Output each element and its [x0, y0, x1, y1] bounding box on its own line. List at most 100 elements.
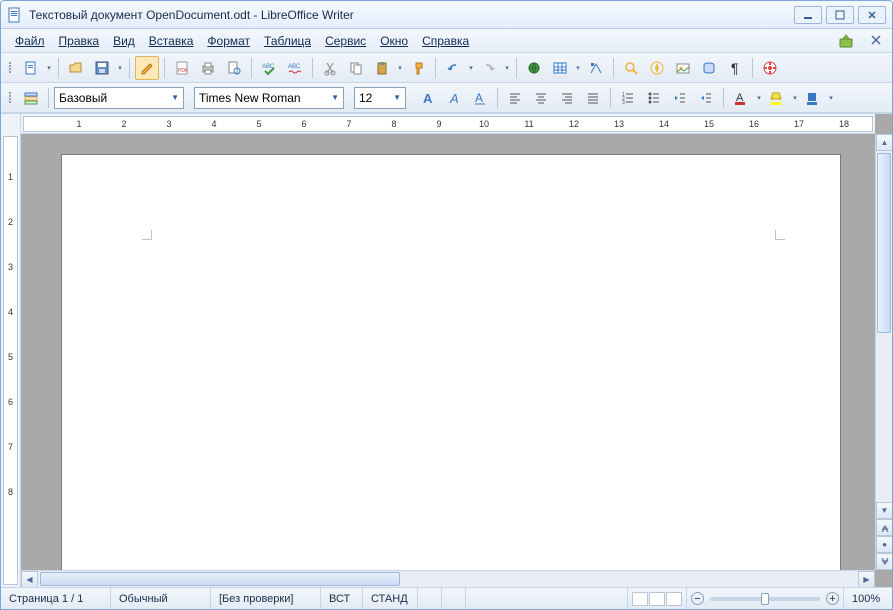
prev-page-button[interactable] — [876, 519, 892, 536]
zoom-slider[interactable] — [710, 597, 820, 601]
navigator-button[interactable] — [645, 56, 669, 80]
zoom-out-button[interactable]: − — [691, 592, 704, 605]
status-insert-mode[interactable]: ВСТ — [321, 588, 363, 609]
align-left-button[interactable] — [503, 86, 527, 110]
font-name-combo[interactable]: Times New Roman▼ — [194, 87, 344, 109]
hyperlink-button[interactable] — [522, 56, 546, 80]
redo-dropdown[interactable]: ▾ — [503, 64, 511, 72]
data-sources-button[interactable] — [697, 56, 721, 80]
underline-button[interactable]: A — [468, 86, 492, 110]
insert-table-button[interactable] — [548, 56, 572, 80]
status-page[interactable]: Страница 1 / 1 — [1, 588, 111, 609]
nonprinting-chars-button[interactable]: ¶ — [723, 56, 747, 80]
zoom-percent[interactable]: 100% — [844, 588, 892, 609]
highlight-dropdown[interactable]: ▾ — [791, 94, 799, 102]
font-color-button[interactable]: A — [729, 86, 753, 110]
print-button[interactable] — [196, 56, 220, 80]
find-replace-button[interactable] — [619, 56, 643, 80]
navigation-button[interactable]: ● — [876, 536, 892, 553]
show-draw-functions-button[interactable] — [584, 56, 608, 80]
new-document-button[interactable] — [19, 56, 43, 80]
zoom-in-button[interactable]: + — [826, 592, 839, 605]
toolbar-handle[interactable] — [7, 92, 13, 103]
vertical-ruler[interactable]: 12345678 — [1, 114, 21, 587]
svg-text:A: A — [475, 91, 483, 105]
status-info[interactable] — [466, 588, 628, 609]
menu-table[interactable]: Таблица — [258, 32, 317, 50]
align-right-button[interactable] — [555, 86, 579, 110]
paste-button[interactable] — [370, 56, 394, 80]
increase-indent-button[interactable] — [694, 86, 718, 110]
font-size-combo[interactable]: 12▼ — [354, 87, 406, 109]
minimize-button[interactable] — [794, 6, 822, 24]
close-button[interactable] — [858, 6, 886, 24]
font-color-dropdown[interactable]: ▾ — [755, 94, 763, 102]
status-page-style[interactable]: Обычный — [111, 588, 211, 609]
menu-tools[interactable]: Сервис — [319, 32, 372, 50]
bullet-list-button[interactable] — [642, 86, 666, 110]
toolbar-handle[interactable] — [7, 62, 13, 73]
spellcheck-button[interactable]: ABC — [257, 56, 281, 80]
background-color-dropdown[interactable]: ▾ — [827, 94, 835, 102]
status-modified[interactable] — [418, 588, 442, 609]
menu-insert[interactable]: Вставка — [143, 32, 200, 50]
multi-page-view-button[interactable] — [649, 592, 665, 606]
background-color-button[interactable] — [801, 86, 825, 110]
scroll-right-button[interactable]: ▶ — [858, 571, 875, 587]
scroll-left-button[interactable]: ◀ — [21, 571, 38, 587]
undo-dropdown[interactable]: ▾ — [467, 64, 475, 72]
close-document-button[interactable] — [870, 34, 884, 48]
vertical-scrollbar[interactable]: ▲ ▼ ● — [875, 134, 892, 570]
edit-mode-button[interactable] — [135, 56, 159, 80]
decrease-indent-button[interactable] — [668, 86, 692, 110]
help-button[interactable] — [758, 56, 782, 80]
auto-spellcheck-button[interactable]: ABC — [283, 56, 307, 80]
horizontal-ruler[interactable]: 123456789101112131415161718 — [21, 114, 875, 134]
scroll-thumb[interactable] — [877, 153, 891, 333]
titlebar[interactable]: Текстовый документ OpenDocument.odt - Li… — [1, 1, 892, 29]
styles-button[interactable] — [19, 86, 43, 110]
menu-format[interactable]: Формат — [201, 32, 256, 50]
export-pdf-button[interactable]: PDF — [170, 56, 194, 80]
menu-window[interactable]: Окно — [374, 32, 414, 50]
single-page-view-button[interactable] — [632, 592, 648, 606]
bold-button[interactable]: A — [416, 86, 440, 110]
menu-view[interactable]: Вид — [107, 32, 141, 50]
italic-button[interactable]: A — [442, 86, 466, 110]
gallery-button[interactable] — [671, 56, 695, 80]
copy-button[interactable] — [344, 56, 368, 80]
next-page-button[interactable] — [876, 553, 892, 570]
menu-help[interactable]: Справка — [416, 32, 475, 50]
save-dropdown[interactable]: ▾ — [116, 64, 124, 72]
status-signature[interactable] — [442, 588, 466, 609]
cut-button[interactable] — [318, 56, 342, 80]
horizontal-scrollbar[interactable]: ◀ ▶ — [21, 570, 875, 587]
status-language[interactable]: [Без проверки] — [211, 588, 321, 609]
editor-area: 123456789101112131415161718 12345678 ▲ ▼… — [1, 113, 892, 587]
status-selection-mode[interactable]: СТАНД — [363, 588, 418, 609]
open-button[interactable] — [64, 56, 88, 80]
menu-file[interactable]: Файл — [9, 32, 51, 50]
scroll-thumb[interactable] — [40, 572, 400, 586]
paste-dropdown[interactable]: ▾ — [396, 64, 404, 72]
print-preview-button[interactable] — [222, 56, 246, 80]
paragraph-style-combo[interactable]: Базовый▼ — [54, 87, 184, 109]
numbered-list-button[interactable]: 123 — [616, 86, 640, 110]
maximize-button[interactable] — [826, 6, 854, 24]
menu-edit[interactable]: Правка — [53, 32, 106, 50]
scroll-up-button[interactable]: ▲ — [876, 134, 892, 151]
align-center-button[interactable] — [529, 86, 553, 110]
book-view-button[interactable] — [666, 592, 682, 606]
highlight-button[interactable] — [765, 86, 789, 110]
save-button[interactable] — [90, 56, 114, 80]
extension-update-icon[interactable] — [838, 33, 854, 49]
format-paintbrush-button[interactable] — [406, 56, 430, 80]
document-page[interactable] — [61, 154, 841, 570]
redo-button[interactable] — [477, 56, 501, 80]
scroll-down-button[interactable]: ▼ — [876, 502, 892, 519]
undo-button[interactable] — [441, 56, 465, 80]
insert-table-dropdown[interactable]: ▾ — [574, 64, 582, 72]
align-justify-button[interactable] — [581, 86, 605, 110]
new-document-dropdown[interactable]: ▾ — [45, 64, 53, 72]
document-viewport[interactable] — [21, 134, 875, 570]
